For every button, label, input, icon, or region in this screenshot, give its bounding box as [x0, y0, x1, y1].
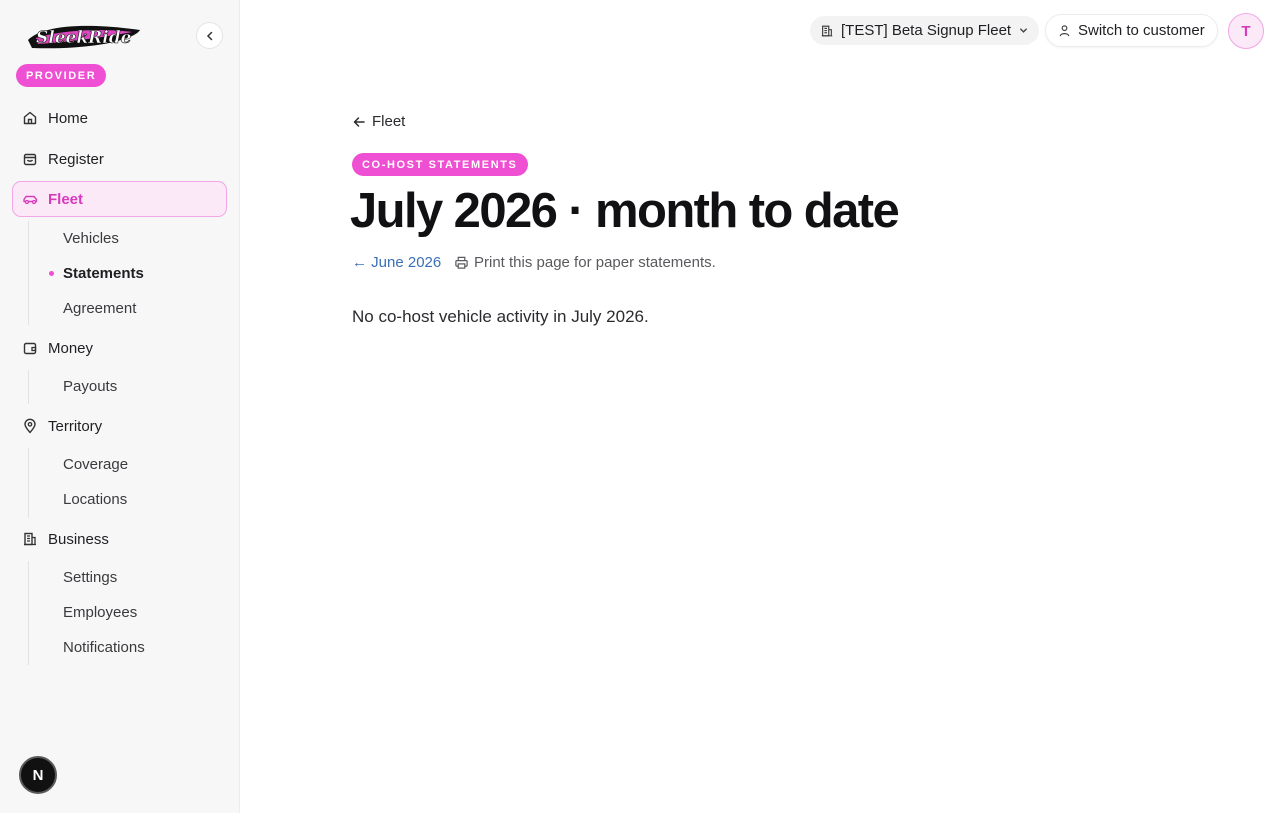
- sidebar-item-label: Home: [48, 109, 89, 127]
- sidebar-subitem-agreement[interactable]: Agreement: [63, 299, 136, 319]
- sidebar-subitem-employees[interactable]: Employees: [63, 603, 137, 623]
- print-note-text: Print this page for paper statements.: [474, 254, 716, 271]
- sidebar-item-label: Fleet: [48, 190, 84, 208]
- print-note: Print this page for paper statements.: [454, 254, 716, 271]
- register-icon: [21, 150, 39, 168]
- page-title: July 2026 · month to date: [350, 184, 900, 238]
- user-icon: [1059, 25, 1070, 37]
- building-icon: [21, 530, 39, 548]
- car-icon: [21, 190, 39, 208]
- empty-state-message: No co-host vehicle activity in July 2026…: [352, 307, 649, 326]
- sidebar-subitem-coverage[interactable]: Coverage: [63, 455, 128, 475]
- previous-month-link[interactable]: ← June 2026: [352, 254, 441, 271]
- printer-icon: [455, 256, 468, 269]
- sidebar-item-label: Business: [48, 530, 109, 548]
- fleet-selector[interactable]: [TEST] Beta Signup Fleet: [810, 16, 1040, 45]
- business-subnav-line: [28, 561, 29, 665]
- chevron-left-icon: [206, 31, 212, 40]
- fleet-selector-label: [TEST] Beta Signup Fleet: [841, 22, 1012, 39]
- sidebar-item-register[interactable]: Register: [12, 141, 227, 177]
- current-indicator-dot: [49, 271, 54, 276]
- sidebar-item-label: Money: [48, 339, 94, 357]
- collapse-sidebar-button[interactable]: [196, 22, 223, 49]
- sidebar-item-home[interactable]: Home: [12, 100, 227, 136]
- sidebar-subitem-locations[interactable]: Locations: [63, 490, 127, 510]
- sidebar-item-money[interactable]: Money: [12, 330, 227, 366]
- territory-subnav-line: [28, 448, 29, 518]
- user-avatar[interactable]: T: [1228, 13, 1264, 49]
- sidebar-subitem-statements[interactable]: Statements: [63, 264, 144, 284]
- fleet-subnav-line: [28, 221, 29, 325]
- sidebar-item-business[interactable]: Business: [12, 521, 227, 557]
- sidebar-subitem-settings[interactable]: Settings: [63, 568, 117, 588]
- sidebar-item-fleet[interactable]: Fleet: [12, 181, 227, 217]
- bottom-avatar-button[interactable]: N: [19, 756, 57, 794]
- back-link-label: Fleet: [372, 113, 406, 130]
- switch-button-label: Switch to customer: [1078, 22, 1205, 39]
- sidebar-subitem-payouts[interactable]: Payouts: [63, 377, 117, 397]
- switch-to-customer-button[interactable]: Switch to customer: [1045, 14, 1218, 47]
- sidebar-subitem-vehicles[interactable]: Vehicles: [63, 229, 119, 249]
- back-to-fleet-link[interactable]: Fleet: [352, 113, 405, 130]
- map-pin-icon: [21, 417, 39, 435]
- svg-text:SleekRide: SleekRide: [36, 28, 132, 48]
- money-subnav-line: [28, 370, 29, 404]
- sidebar-item-territory[interactable]: Territory: [12, 408, 227, 444]
- section-badge: CO-HOST STATEMENTS: [352, 153, 528, 176]
- provider-badge: PROVIDER: [16, 64, 107, 87]
- sleekride-logo[interactable]: SleekRide: [22, 16, 146, 56]
- home-icon: [21, 109, 39, 127]
- sidebar-item-label: Territory: [48, 417, 103, 435]
- chevron-down-icon: [1020, 28, 1028, 33]
- sidebar-subitem-notifications[interactable]: Notifications: [63, 638, 145, 658]
- sidebar: SleekRide PROVIDER Home Register Fleet V…: [0, 0, 240, 813]
- building-icon: [821, 25, 833, 36]
- sidebar-item-label: Register: [48, 150, 104, 168]
- arrow-left-icon: [353, 116, 365, 127]
- wallet-icon: [21, 339, 39, 357]
